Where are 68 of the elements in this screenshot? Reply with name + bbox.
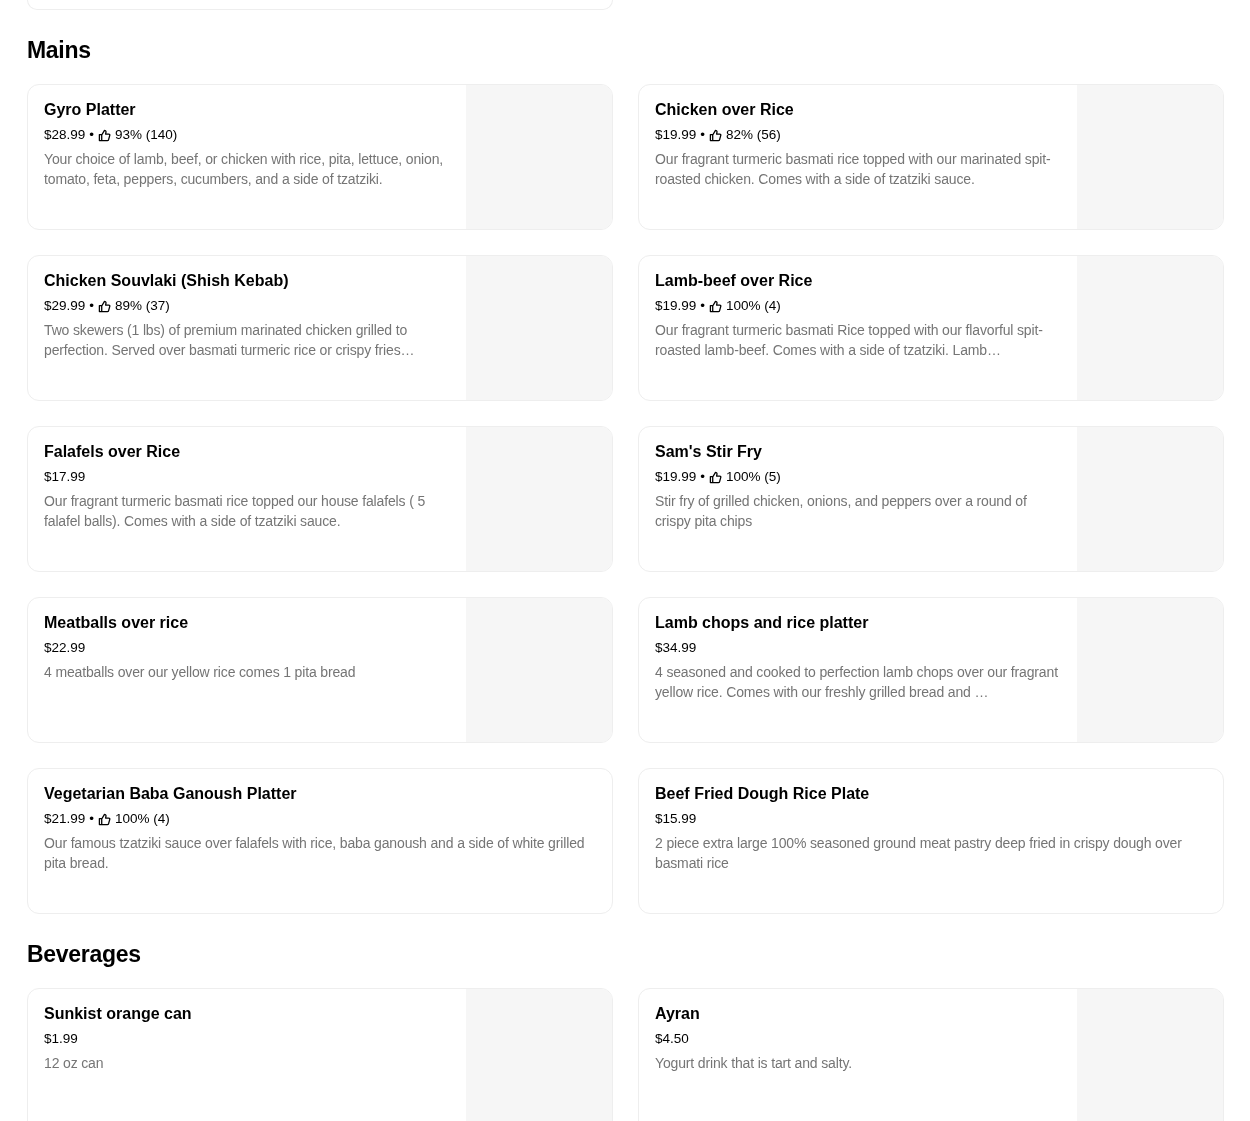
item-price: $29.99 [44, 297, 86, 315]
rating: 100% (4) [115, 810, 170, 828]
item-name: Falafels over Rice [44, 442, 182, 462]
thumbs-up-icon [98, 812, 112, 826]
thumbs-up-icon [98, 299, 112, 313]
menu-item-card[interactable]: Sunkist orange can $1.99 12 oz can [27, 988, 613, 1121]
menu-item-card[interactable]: Lamb chops and rice platter $34.99 4 seasoned and cooked to perfection lamb chops over our fragrant yellow rice. Comes with our freshly grilled bread and … [638, 597, 1224, 743]
menu-item-card[interactable]: Beef Fried Dough Rice Plate $15.99 2 piece extra large 100% seasoned ground meat pastry deep fried in crispy dough over basmati rice [638, 768, 1224, 914]
item-price: $22.99 [44, 639, 86, 657]
item-description: 4 seasoned and cooked to perfection lamb chops over our fragrant yellow rice. Comes with our freshly grilled bread and … [655, 663, 1059, 702]
item-price: $28.99 [44, 126, 86, 144]
menu-item-card[interactable]: Meatballs over rice $22.99 4 meatballs over our yellow rice comes 1 pita bread [27, 597, 613, 743]
separator: • [89, 126, 95, 144]
item-description: Our famous tzatziki sauce over falafels with rice, baba ganoush and a side of white grilled pita bread. [44, 834, 586, 873]
item-price: $21.99 [44, 810, 86, 828]
item-name: Chicken Souvlaki (Shish Kebab) [44, 271, 290, 291]
item-price: $34.99 [655, 639, 697, 657]
menu-item-card[interactable]: Chicken over Rice $19.99 • 82% (56) Our fragrant turmeric basmati rice topped with our marinated spit-roasted chicken. Comes with a side of tzatziki sauce. [638, 84, 1224, 230]
separator: • [700, 126, 706, 144]
menu-item-card[interactable]: Chicken Souvlaki (Shish Kebab) $29.99 • 89% (37) Two skewers (1 lbs) of premium marinated chicken grilled to perfection. Served over basmati turmeric rice or crispy fries… [27, 255, 613, 401]
item-description: 2 piece extra large 100% seasoned ground meat pastry deep fried in crispy dough over basmati rice [655, 834, 1183, 873]
thumbs-up-icon [709, 470, 723, 484]
item-name: Vegetarian Baba Ganoush Platter [44, 784, 298, 804]
item-name: Chicken over Rice [655, 100, 795, 120]
rating: 93% (140) [115, 126, 178, 144]
item-name: Ayran [655, 1004, 701, 1024]
item-description: Our fragrant turmeric basmati rice topped our house falafels ( 5 falafel balls). Comes with a side of tzatziki sauce. [44, 492, 427, 531]
thumbs-up-icon [709, 299, 723, 313]
item-description: 4 meatballs over our yellow rice comes 1 pita bread [44, 663, 357, 682]
item-description: Your choice of lamb, beef, or chicken with rice, pita, lettuce, onion, tomato, feta, peppers, cucumbers, and a side of tzatziki. [44, 150, 445, 189]
item-description: Two skewers (1 lbs) of premium marinated chicken grilled to perfection. Served over basmati turmeric rice or crispy fries… [44, 321, 416, 360]
item-description: Stir fry of grilled chicken, onions, and peppers over a round of crispy pita chips [655, 492, 1028, 531]
item-name: Meatballs over rice [44, 613, 190, 633]
item-price: $15.99 [655, 810, 697, 828]
thumbs-up-icon [98, 128, 112, 142]
item-description: Our fragrant turmeric basmati Rice topped with our flavorful spit-roasted lamb-beef. Comes with a side of tzatziki. Lamb… [655, 321, 1044, 360]
rating: 100% (4) [726, 297, 781, 315]
item-name: Beef Fried Dough Rice Plate [655, 784, 871, 804]
thumbs-up-icon [709, 128, 723, 142]
item-price: $17.99 [44, 468, 86, 486]
item-price: $19.99 [655, 468, 697, 486]
item-price: $19.99 [655, 297, 697, 315]
item-description: Our fragrant turmeric basmati rice topped with our marinated spit-roasted chicken. Comes with a side of tzatziki sauce. [655, 150, 1052, 189]
item-name: Gyro Platter [44, 100, 137, 120]
item-price: $19.99 [655, 126, 697, 144]
rating: 82% (56) [726, 126, 781, 144]
menu-item-card[interactable]: Ayran $4.50 Yogurt drink that is tart and salty. [638, 988, 1224, 1121]
item-name: Lamb-beef over Rice [655, 271, 814, 291]
menu-item-card[interactable]: Lamb-beef over Rice $19.99 • 100% (4) Our fragrant turmeric basmati Rice topped with our flavorful spit-roasted lamb-beef. Comes with a side of tzatziki. Lamb… [638, 255, 1224, 401]
menu-item-card[interactable]: Vegetarian Baba Ganoush Platter $21.99 • 100% (4) Our famous tzatziki sauce over falafels with rice, baba ganoush and a side of white grilled pita bread. [27, 768, 613, 914]
item-name: Lamb chops and rice platter [655, 613, 870, 633]
item-price: $4.50 [655, 1030, 689, 1048]
item-name: Sam's Stir Fry [655, 442, 763, 462]
item-description: Yogurt drink that is tart and salty. [655, 1054, 853, 1073]
menu-item-card[interactable]: Gyro Platter $28.99 • 93% (140) Your choice of lamb, beef, or chicken with rice, pita, lettuce, onion, tomato, feta, peppers, cucumbers, and a side of tzatziki. [27, 84, 613, 230]
separator: • [700, 468, 706, 486]
rating: 89% (37) [115, 297, 170, 315]
separator: • [89, 297, 95, 315]
rating: 100% (5) [726, 468, 781, 486]
section-heading: Beverages [27, 939, 142, 969]
item-description: 12 oz can [44, 1054, 105, 1073]
separator: • [700, 297, 706, 315]
item-name: Sunkist orange can [44, 1004, 193, 1024]
separator: • [89, 810, 95, 828]
item-price: $1.99 [44, 1030, 78, 1048]
section-heading: Mains [27, 35, 92, 65]
menu-item-card[interactable]: Sam's Stir Fry $19.99 • 100% (5) Stir fry of grilled chicken, onions, and peppers over a round of crispy pita chips [638, 426, 1224, 572]
menu-item-card[interactable]: Falafels over Rice $17.99 Our fragrant turmeric basmati rice topped our house falafels ( 5 falafel balls). Comes with a side of tzatziki sauce. [27, 426, 613, 572]
